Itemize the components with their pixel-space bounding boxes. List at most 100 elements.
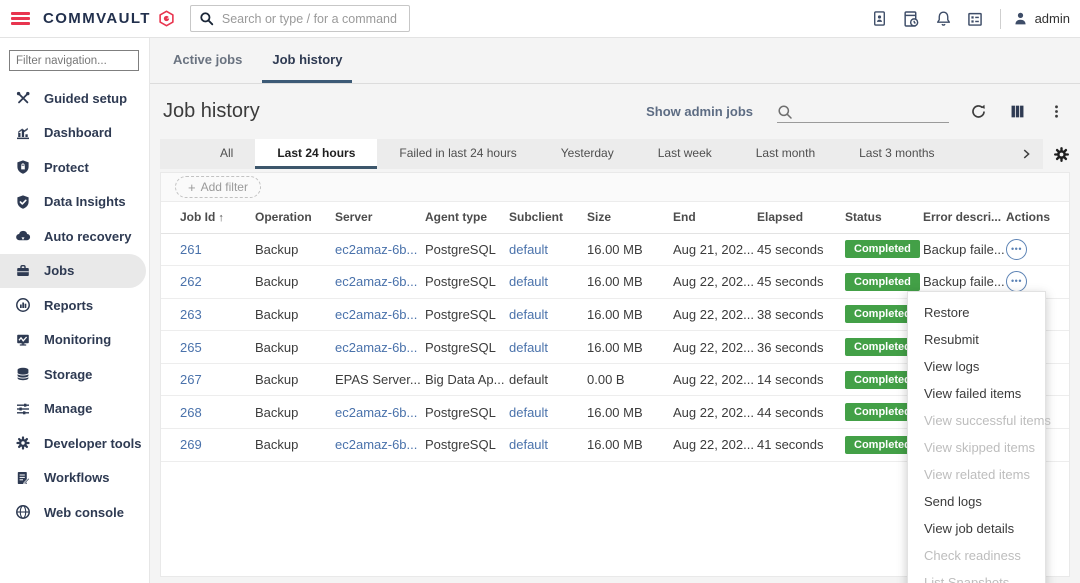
sidebar-item-web-console[interactable]: Web console	[0, 495, 149, 530]
status-badge: Completed	[845, 240, 920, 258]
hamburger-menu-icon[interactable]	[11, 9, 30, 27]
column-header-agent-type[interactable]: Agent type	[425, 202, 509, 233]
job-id-link[interactable]: 269	[180, 437, 202, 452]
sidebar-item-developer-tools[interactable]: Developer tools	[0, 426, 149, 461]
job-id-link[interactable]: 267	[180, 372, 202, 387]
context-menu-item[interactable]: Resubmit	[908, 326, 1045, 353]
guided-setup-icon	[15, 90, 31, 106]
operation-cell: Backup	[255, 298, 335, 331]
server-link[interactable]: EPAS Server...	[335, 372, 421, 387]
refresh-icon[interactable]	[968, 102, 988, 122]
subclient-link[interactable]: default	[509, 307, 548, 322]
sidebar-item-jobs[interactable]: Jobs	[0, 254, 146, 289]
sidebar-item-reports[interactable]: Reports	[0, 288, 149, 323]
agent-type-cell: PostgreSQL	[425, 266, 509, 299]
add-filter-button[interactable]: + Add filter	[175, 176, 261, 198]
search-icon	[777, 104, 793, 120]
time-filter-tab[interactable]: Last 3 months	[837, 139, 956, 169]
subclient-link[interactable]: default	[509, 242, 548, 257]
sidebar-item-manage[interactable]: Manage	[0, 392, 149, 427]
column-header-elapsed[interactable]: Elapsed	[757, 202, 845, 233]
user-menu[interactable]: admin	[1013, 11, 1070, 26]
more-options-kebab-icon[interactable]	[1046, 102, 1066, 122]
sidebar-item-auto-recovery[interactable]: Auto recovery	[0, 219, 149, 254]
job-id-link[interactable]: 263	[180, 307, 202, 322]
chevron-right-icon[interactable]	[1009, 139, 1043, 169]
filter-navigation-input[interactable]	[9, 50, 139, 71]
sidebar-item-dashboard[interactable]: Dashboard	[0, 116, 149, 151]
sidebar-item-storage[interactable]: Storage	[0, 357, 149, 392]
sidebar-item-monitoring[interactable]: Monitoring	[0, 323, 149, 358]
topbar-divider	[1000, 9, 1001, 29]
subclient-link[interactable]: default	[509, 405, 548, 420]
sidebar-item-data-insights[interactable]: Data Insights	[0, 185, 149, 220]
plus-icon: +	[188, 181, 196, 194]
elapsed-cell: 14 seconds	[757, 363, 845, 396]
main-content: Active jobs Job history Job history Show…	[150, 38, 1080, 583]
server-link[interactable]: ec2amaz-6b...	[335, 242, 417, 257]
getting-started-apps-icon[interactable]	[966, 9, 985, 28]
job-id-link[interactable]: 262	[180, 274, 202, 289]
size-cell: 16.00 MB	[587, 429, 673, 462]
column-settings-icon[interactable]	[1007, 102, 1027, 122]
context-menu-item[interactable]: View successful items	[908, 407, 1045, 434]
time-filter-tab[interactable]: All	[198, 139, 255, 169]
subclient-link[interactable]: default	[509, 372, 548, 387]
operation-cell: Backup	[255, 429, 335, 462]
context-menu-item[interactable]: List Snapshots	[908, 569, 1045, 583]
subclient-link[interactable]: default	[509, 437, 548, 452]
sidebar-item-protect[interactable]: Protect	[0, 150, 149, 185]
sidebar-item-guided-setup[interactable]: Guided setup	[0, 81, 149, 116]
context-menu-item[interactable]: View job details	[908, 515, 1045, 542]
sidebar-item-workflows[interactable]: Workflows	[0, 461, 149, 496]
server-link[interactable]: ec2amaz-6b...	[335, 340, 417, 355]
page-tab[interactable]: Job history	[262, 38, 352, 83]
subclient-link[interactable]: default	[509, 274, 548, 289]
context-menu-item[interactable]: Restore	[908, 299, 1045, 326]
size-cell: 16.00 MB	[587, 298, 673, 331]
column-header-size[interactable]: Size	[587, 202, 673, 233]
time-filter-tab[interactable]: Last 24 hours	[255, 139, 377, 169]
end-cell: Aug 22, 202...	[673, 266, 757, 299]
operation-cell: Backup	[255, 396, 335, 429]
commcell-report-icon[interactable]	[870, 9, 889, 28]
column-header-subclient[interactable]: Subclient	[509, 202, 587, 233]
column-header-operation[interactable]: Operation	[255, 202, 335, 233]
job-id-link[interactable]: 268	[180, 405, 202, 420]
dashboard-icon	[15, 125, 31, 141]
context-menu-item[interactable]: Send logs	[908, 488, 1045, 515]
context-menu-item[interactable]: View skipped items	[908, 434, 1045, 461]
time-filter-tab[interactable]: Last week	[636, 139, 734, 169]
table-search-input[interactable]	[777, 101, 949, 123]
job-scheduler-icon[interactable]	[902, 9, 921, 28]
context-menu-item[interactable]: View logs	[908, 353, 1045, 380]
show-admin-jobs-toggle[interactable]: Show admin jobs	[646, 104, 753, 119]
column-header-status[interactable]: Status	[845, 202, 923, 233]
server-link[interactable]: ec2amaz-6b...	[335, 274, 417, 289]
job-id-link[interactable]: 261	[180, 242, 202, 257]
time-filter-tab[interactable]: Last month	[734, 139, 837, 169]
server-link[interactable]: ec2amaz-6b...	[335, 405, 417, 420]
row-actions-ellipsis-button[interactable]	[1006, 271, 1027, 292]
elapsed-cell: 45 seconds	[757, 266, 845, 299]
row-actions-ellipsis-button[interactable]	[1006, 239, 1027, 260]
context-menu-item[interactable]: View related items	[908, 461, 1045, 488]
column-header-server[interactable]: Server	[335, 202, 425, 233]
job-id-link[interactable]: 265	[180, 340, 202, 355]
time-filter-tab[interactable]: Failed in last 24 hours	[377, 139, 538, 169]
elapsed-cell: 38 seconds	[757, 298, 845, 331]
global-search[interactable]	[190, 5, 410, 32]
server-link[interactable]: ec2amaz-6b...	[335, 437, 417, 452]
column-header-end[interactable]: End	[673, 202, 757, 233]
column-header-job-id[interactable]: Job Id	[161, 202, 255, 233]
context-menu-item[interactable]: View failed items	[908, 380, 1045, 407]
server-link[interactable]: ec2amaz-6b...	[335, 307, 417, 322]
time-filter-tab[interactable]: Yesterday	[539, 139, 636, 169]
filter-settings-gear-icon[interactable]	[1053, 139, 1070, 169]
column-header-error-description[interactable]: Error descri...	[923, 202, 1006, 233]
context-menu-item[interactable]: Check readiness	[908, 542, 1045, 569]
subclient-link[interactable]: default	[509, 340, 548, 355]
global-search-input[interactable]	[222, 12, 401, 26]
notifications-bell-icon[interactable]	[934, 9, 953, 28]
page-tab[interactable]: Active jobs	[163, 38, 252, 83]
